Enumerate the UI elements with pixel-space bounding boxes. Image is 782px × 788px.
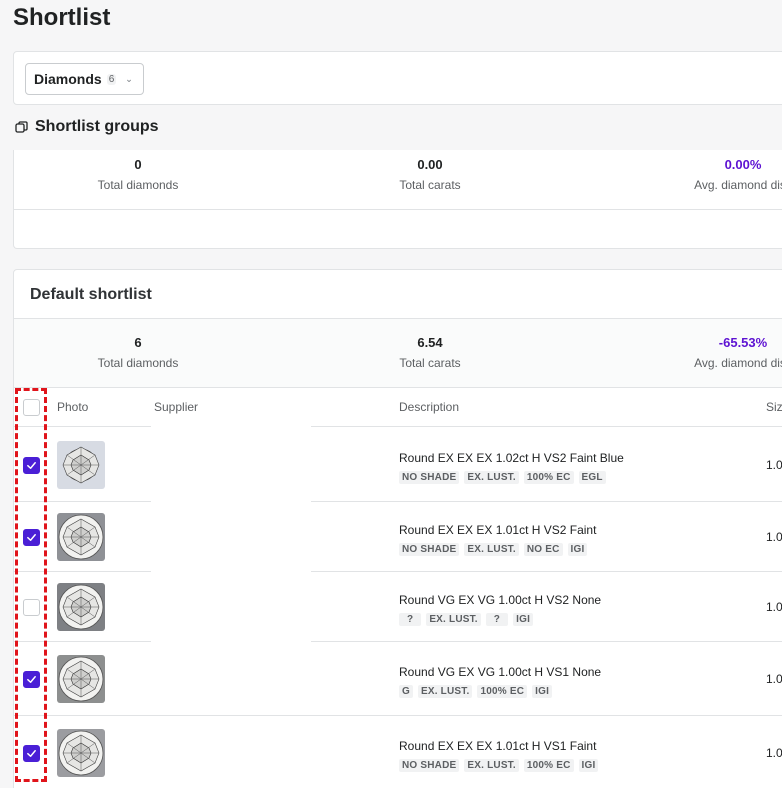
check-icon — [27, 750, 36, 757]
column-supplier[interactable]: Supplier — [154, 400, 198, 414]
diamond-image — [57, 655, 105, 703]
diamond-photo[interactable] — [57, 655, 105, 703]
stat-label: Total carats — [399, 356, 461, 370]
supplier-column-blank — [151, 425, 311, 715]
groups-stat-total-carats: 0.00 Total carats — [305, 157, 555, 193]
diamond-image — [57, 513, 105, 561]
column-photo[interactable]: Photo — [57, 400, 88, 414]
shortlist-groups-card: 0 Total diamonds 0.00 Total carats 0.00%… — [13, 150, 782, 249]
diamond-tag: ? — [485, 613, 509, 626]
diamond-tag: NO SHADE — [399, 470, 460, 484]
default-stat-total-diamonds: 6 Total diamonds — [13, 335, 263, 371]
check-icon — [27, 676, 36, 683]
diamond-tag: 100% EC — [477, 685, 528, 698]
diamond-tag: EX. LUST. — [426, 613, 481, 626]
stat-label: Total diamonds — [97, 178, 179, 192]
row-checkbox[interactable] — [23, 599, 40, 616]
diamond-tag: 100% EC — [523, 759, 574, 772]
diamond-tag: IGI — [567, 543, 588, 556]
default-stat-avg-discount: -65.53% Avg. diamond disc — [618, 335, 782, 371]
diamond-size: 1.0 — [766, 530, 782, 544]
column-description[interactable]: Description — [399, 400, 459, 414]
diamond-tag: NO EC — [523, 543, 563, 556]
diamond-photo[interactable] — [57, 440, 105, 489]
diamond-tag: EX. LUST. — [464, 543, 519, 556]
diamond-tag: EX. LUST. — [417, 685, 473, 698]
diamond-description: Round EX EX EX 1.01ct H VS2 Faint — [399, 523, 597, 537]
diamonds-tab-label: Diamonds — [34, 71, 102, 87]
check-icon — [27, 461, 36, 469]
stat-label: Avg. diamond disc — [694, 178, 782, 192]
row-checkbox[interactable] — [23, 456, 40, 474]
stat-value: 0 — [134, 157, 142, 172]
groups-stats-row: 0 Total diamonds 0.00 Total carats 0.00%… — [14, 150, 782, 210]
select-all-checkbox[interactable] — [23, 399, 40, 416]
stat-value: 0.00 — [417, 157, 443, 172]
diamond-tags: NO SHADE EX. LUST. 100% EC IGI — [399, 759, 599, 772]
default-shortlist-card: Default shortlist 6 Total diamonds 6.54 … — [13, 269, 782, 788]
diamond-tag: NO SHADE — [399, 543, 460, 556]
diamond-tag: IGI — [578, 759, 599, 772]
diamond-size: 1.0 — [766, 457, 782, 472]
diamond-tag: EX. LUST. — [464, 470, 519, 484]
diamond-tag: IGI — [513, 613, 534, 626]
diamond-image — [57, 729, 105, 777]
diamonds-tab-count: 6 — [106, 73, 117, 85]
stat-value: 6 — [134, 335, 142, 350]
groups-stat-total-diamonds: 0 Total diamonds — [13, 157, 263, 193]
table-row[interactable]: Round EX EX EX 1.01ct H VS1 Faint NO SHAD… — [14, 716, 782, 788]
page-title: Shortlist — [13, 4, 111, 31]
diamond-tag: ? — [399, 613, 422, 626]
diamond-tag: EGL — [578, 470, 606, 484]
shortlist-tabs-card: Diamonds 6 ⌄ — [13, 51, 782, 105]
diamond-image — [57, 583, 105, 631]
diamond-tags: G EX. LUST. 100% EC IGI — [399, 685, 553, 698]
diamonds-tab-button[interactable]: Diamonds 6 ⌄ — [25, 63, 144, 95]
diamond-tags: NO SHADE EX. LUST. NO EC IGI — [399, 543, 588, 556]
check-icon — [27, 534, 36, 541]
shortlist-groups-heading: Shortlist groups — [15, 118, 159, 136]
stat-value: 0.00% — [724, 157, 762, 172]
diamond-tag: NO SHADE — [399, 759, 460, 772]
diamond-tags: NO SHADE EX. LUST. 100% EC EGL — [399, 470, 606, 484]
stat-label: Avg. diamond disc — [694, 356, 782, 370]
row-checkbox[interactable] — [23, 745, 40, 762]
diamond-description: Round EX EX EX 1.02ct H VS2 Faint Blue — [399, 450, 624, 465]
diamond-size: 1.0 — [766, 672, 782, 686]
diamond-description: Round VG EX VG 1.00ct H VS2 None — [399, 593, 602, 607]
stat-label: Total diamonds — [97, 356, 179, 370]
shortlist-groups-title: Shortlist groups — [35, 118, 159, 135]
default-stat-total-carats: 6.54 Total carats — [305, 335, 555, 371]
table-row[interactable]: Round EX EX EX 1.01ct H VS2 Faint NO SHAD… — [14, 502, 782, 572]
stat-label: Total carats — [399, 178, 461, 192]
default-shortlist-title: Default shortlist — [30, 286, 152, 303]
diamond-photo[interactable] — [57, 729, 105, 777]
stat-value: -65.53% — [718, 335, 768, 350]
chevron-down-icon: ⌄ — [125, 73, 133, 84]
table-row[interactable]: Round VG EX VG 1.00ct H VS1 None G EX. LUS… — [14, 642, 782, 716]
stat-value: 6.54 — [417, 335, 443, 350]
diamond-tag: IGI — [532, 685, 553, 698]
row-checkbox[interactable] — [23, 671, 40, 688]
diamond-image — [57, 440, 105, 489]
diamond-tag: 100% EC — [523, 470, 574, 484]
stack-icon — [15, 120, 28, 133]
groups-stat-avg-discount: 0.00% Avg. diamond disc — [618, 157, 782, 193]
diamond-tag: EX. LUST. — [464, 759, 519, 772]
column-size[interactable]: Siz — [766, 400, 782, 414]
row-checkbox[interactable] — [23, 529, 40, 546]
diamond-photo[interactable] — [57, 513, 105, 561]
table-row[interactable]: Round VG EX VG 1.00ct H VS2 None? EX. LUS… — [14, 572, 782, 642]
diamond-size: 1.0 — [766, 746, 782, 760]
default-stats-row: 6 Total diamonds 6.54 Total carats -65.5… — [14, 318, 782, 388]
table-row[interactable]: Round EX EX EX 1.02ct H VS2 Faint Blue NO… — [14, 427, 782, 502]
table-header: Photo Supplier Description Siz — [14, 388, 782, 427]
diamond-tags: ? EX. LUST.? IGI — [399, 613, 534, 626]
diamond-description: Round VG EX VG 1.00ct H VS1 None — [399, 665, 602, 679]
diamond-description: Round EX EX EX 1.01ct H VS1 Faint — [399, 739, 597, 753]
diamond-tag: G — [399, 685, 413, 698]
diamond-size: 1.0 — [766, 600, 782, 614]
diamond-photo[interactable] — [57, 583, 105, 631]
